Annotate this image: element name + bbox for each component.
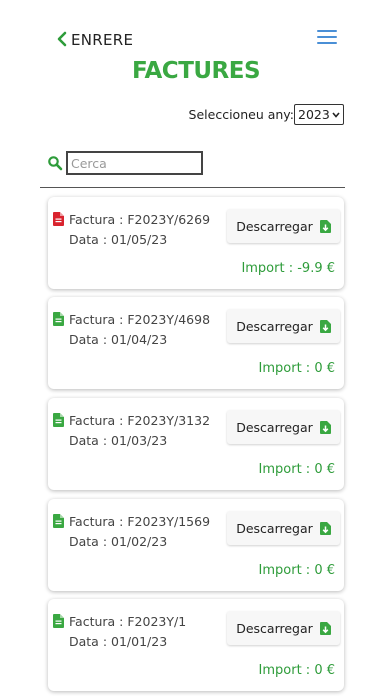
search-input[interactable]: Cerca	[66, 151, 203, 175]
pdf-green-icon	[53, 514, 64, 528]
download-label: Descarregar	[236, 318, 313, 334]
invoice-card: Factura : F2023Y/4698 Data : 01/04/23 Desc…	[48, 297, 344, 389]
download-label: Descarregar	[236, 419, 313, 435]
invoice-date: Data : 01/01/23	[69, 634, 168, 649]
invoice-date: Data : 01/03/23	[69, 433, 168, 448]
download-icon	[319, 319, 331, 333]
invoice-card: Factura : F2023Y/6269 Data : 01/05/23 Desc…	[48, 197, 344, 289]
download-button[interactable]: Descarregar	[227, 611, 340, 645]
invoice-number: Factura : F2023Y/4698	[69, 312, 211, 327]
year-filter: Seleccioneu any: 2023	[189, 104, 344, 125]
download-label: Descarregar	[236, 520, 313, 536]
pdf-red-icon	[53, 212, 64, 226]
search-icon	[48, 156, 63, 171]
chevron-down-icon	[332, 111, 340, 118]
download-label: Descarregar	[236, 620, 313, 636]
download-button[interactable]: Descarregar	[227, 309, 340, 343]
download-button[interactable]: Descarregar	[227, 209, 340, 243]
download-button[interactable]: Descarregar	[227, 511, 340, 545]
invoice-amount: Import : 0 €	[258, 462, 335, 477]
chevron-left-icon	[56, 30, 67, 50]
divider	[40, 187, 345, 188]
pdf-green-icon	[53, 413, 64, 427]
back-label: ENRERE	[71, 31, 134, 49]
back-button[interactable]: ENRERE	[56, 30, 133, 50]
invoice-amount: Import : -9.9 €	[241, 261, 335, 276]
invoice-number: Factura : F2023Y/3132	[69, 413, 211, 428]
invoice-number: Factura : F2023Y/6269	[69, 212, 211, 227]
download-icon	[319, 521, 331, 535]
invoice-card: Factura : F2023Y/1569 Data : 01/02/23 Desc…	[48, 499, 344, 591]
search-bar: Cerca	[47, 151, 203, 175]
download-button[interactable]: Descarregar	[227, 410, 340, 444]
invoice-number: Factura : F2023Y/1569	[69, 514, 211, 529]
download-icon	[319, 621, 331, 635]
download-icon	[319, 420, 331, 434]
pdf-green-icon	[53, 614, 64, 628]
search-placeholder: Cerca	[71, 155, 107, 171]
page-title: FACTURES	[131, 58, 261, 84]
pdf-green-icon	[53, 312, 64, 326]
download-icon	[319, 219, 331, 233]
download-label: Descarregar	[236, 218, 313, 234]
invoice-card: Factura : F2023Y/1 Data : 01/01/23 Descarr…	[48, 599, 344, 691]
invoice-date: Data : 01/05/23	[69, 232, 168, 247]
invoice-amount: Import : 0 €	[258, 361, 335, 376]
year-label: Seleccioneu any:	[188, 107, 294, 122]
invoice-amount: Import : 0 €	[258, 563, 335, 578]
invoice-date: Data : 01/02/23	[69, 534, 168, 549]
invoice-number: Factura : F2023Y/1	[69, 614, 187, 629]
invoice-card: Factura : F2023Y/3132 Data : 01/03/23 Desc…	[48, 398, 344, 490]
hamburger-menu-icon[interactable]	[317, 30, 337, 44]
invoice-amount: Import : 0 €	[258, 663, 335, 678]
invoice-date: Data : 01/04/23	[69, 332, 168, 347]
year-select[interactable]: 2023	[294, 104, 344, 125]
year-value: 2023	[298, 107, 330, 122]
